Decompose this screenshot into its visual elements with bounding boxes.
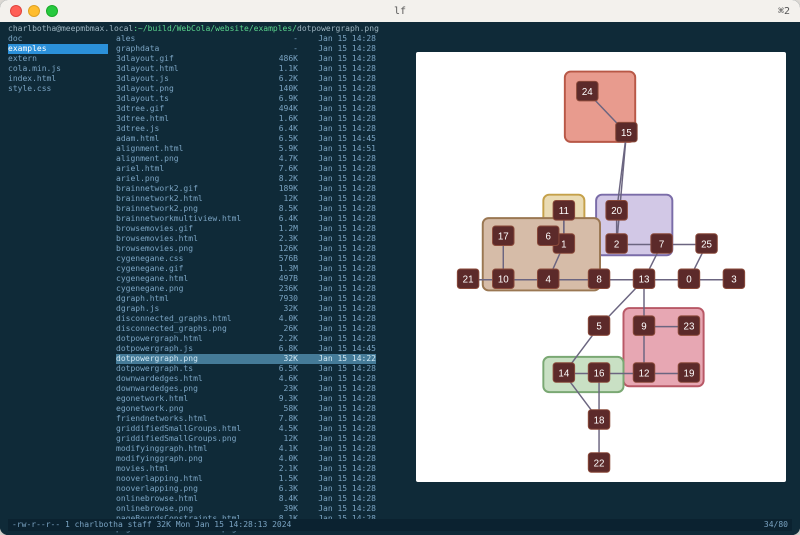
file-list-column[interactable]: ales-Jan 15 14:28graphdata-Jan 15 14:283…	[116, 34, 376, 534]
file-row[interactable]: cygenegane.html497BJan 15 14:28	[116, 274, 376, 284]
file-row[interactable]: dotpowergraph.ts6.5KJan 15 14:28	[116, 364, 376, 374]
svg-text:9: 9	[641, 322, 646, 333]
cwd: :~/build/WebCola/website/examples/	[133, 24, 297, 33]
svg-text:5: 5	[596, 322, 602, 333]
preview-pane: 2415112012725176211048130359231416121918…	[416, 52, 786, 482]
svg-text:6: 6	[546, 232, 551, 243]
svg-text:22: 22	[594, 458, 605, 469]
graph-preview: 2415112012725176211048130359231416121918…	[416, 52, 786, 482]
svg-text:4: 4	[546, 275, 552, 286]
svg-text:2: 2	[614, 239, 619, 250]
file-row[interactable]: ariel.html7.6KJan 15 14:28	[116, 164, 376, 174]
file-row[interactable]: downwardedges.png23KJan 15 14:28	[116, 384, 376, 394]
file-row[interactable]: 3dtree.js6.4KJan 15 14:28	[116, 124, 376, 134]
svg-text:10: 10	[498, 275, 509, 286]
svg-text:14: 14	[558, 368, 569, 379]
file-row[interactable]: modifyinggraph.html4.1KJan 15 14:28	[116, 444, 376, 454]
file-row[interactable]: cygenegane.png236KJan 15 14:28	[116, 284, 376, 294]
svg-text:24: 24	[582, 87, 593, 98]
svg-text:13: 13	[639, 275, 650, 286]
file-row[interactable]: dotpowergraph.html2.2KJan 15 14:28	[116, 334, 376, 344]
file-row[interactable]: brainnetwork2.html12KJan 15 14:28	[116, 194, 376, 204]
terminal-window: lf ⌘2 charlbotha@meepmbmax.local:~/build…	[0, 0, 800, 535]
file-row[interactable]: graphdata-Jan 15 14:28	[116, 44, 376, 54]
parent-item[interactable]: style.css	[8, 84, 108, 94]
svg-text:3: 3	[731, 275, 736, 286]
svg-text:23: 23	[684, 322, 695, 333]
titlebar: lf ⌘2	[0, 0, 800, 22]
file-row[interactable]: egonetwork.html9.3KJan 15 14:28	[116, 394, 376, 404]
svg-text:25: 25	[701, 239, 712, 250]
svg-text:18: 18	[594, 415, 605, 426]
path-line: charlbotha@meepmbmax.local:~/build/WebCo…	[0, 22, 800, 34]
file-row[interactable]: 3dlayout.ts6.9KJan 15 14:28	[116, 94, 376, 104]
file-row[interactable]: brainnetwork2.png8.5KJan 15 14:28	[116, 204, 376, 214]
file-row[interactable]: browsemovies.png126KJan 15 14:28	[116, 244, 376, 254]
file-row[interactable]: 3dlayout.gif486KJan 15 14:28	[116, 54, 376, 64]
file-row[interactable]: nooverlapping.png6.3KJan 15 14:28	[116, 484, 376, 494]
svg-text:20: 20	[611, 206, 622, 217]
parent-item[interactable]: index.html	[8, 74, 108, 84]
file-row[interactable]: adam.html6.5KJan 15 14:45	[116, 134, 376, 144]
file-row[interactable]: browsemovies.html2.3KJan 15 14:28	[116, 234, 376, 244]
file-row[interactable]: 3dlayout.html1.1KJan 15 14:28	[116, 64, 376, 74]
file-row[interactable]: dotpowergraph.js6.8KJan 15 14:45	[116, 344, 376, 354]
file-row[interactable]: nooverlapping.html1.5KJan 15 14:28	[116, 474, 376, 484]
svg-text:1: 1	[561, 239, 566, 250]
svg-text:16: 16	[594, 368, 605, 379]
file-row[interactable]: 3dtree.gif494KJan 15 14:28	[116, 104, 376, 114]
file-row[interactable]: 3dlayout.png140KJan 15 14:28	[116, 84, 376, 94]
parent-item[interactable]: cola.min.js	[8, 64, 108, 74]
status-right: 34/80	[764, 520, 788, 530]
file-row[interactable]: alignment.html5.9KJan 15 14:51	[116, 144, 376, 154]
terminal-body: charlbotha@meepmbmax.local:~/build/WebCo…	[0, 22, 800, 535]
svg-text:12: 12	[639, 368, 650, 379]
host: charlbotha@meepmbmax.local	[8, 24, 133, 33]
current-file: dotpowergraph.png	[297, 24, 379, 33]
svg-text:21: 21	[463, 275, 474, 286]
file-row[interactable]: egonetwork.png58KJan 15 14:28	[116, 404, 376, 414]
file-row[interactable]: friendnetworks.html7.8KJan 15 14:28	[116, 414, 376, 424]
file-row[interactable]: brainnetworkmultiview.html6.4KJan 15 14:…	[116, 214, 376, 224]
file-row[interactable]: cygenegane.gif1.3MJan 15 14:28	[116, 264, 376, 274]
parent-item[interactable]: doc	[8, 34, 108, 44]
svg-text:15: 15	[621, 128, 632, 139]
file-row[interactable]: dgraph.js32KJan 15 14:28	[116, 304, 376, 314]
svg-text:17: 17	[498, 232, 509, 243]
file-row[interactable]: dgraph.html7930Jan 15 14:28	[116, 294, 376, 304]
file-row[interactable]: brainnetwork2.gif189KJan 15 14:28	[116, 184, 376, 194]
svg-text:7: 7	[659, 239, 664, 250]
parent-dir-column[interactable]: docexamplesexterncola.min.jsindex.htmlst…	[8, 34, 108, 534]
shortcut-label: ⌘2	[778, 6, 790, 17]
window-title: lf	[0, 6, 800, 17]
parent-item[interactable]: examples	[8, 44, 108, 54]
file-row[interactable]: modifyinggraph.png4.0KJan 15 14:28	[116, 454, 376, 464]
file-row[interactable]: movies.html2.1KJan 15 14:28	[116, 464, 376, 474]
file-row[interactable]: griddifiedSmallGroups.png12KJan 15 14:28	[116, 434, 376, 444]
file-row[interactable]: browsemovies.gif1.2MJan 15 14:28	[116, 224, 376, 234]
file-row[interactable]: disconnected_graphs.png26KJan 15 14:28	[116, 324, 376, 334]
file-row[interactable]: cygenegane.css576BJan 15 14:28	[116, 254, 376, 264]
file-row[interactable]: onlinebrowse.png39KJan 15 14:28	[116, 504, 376, 514]
svg-text:11: 11	[559, 206, 569, 217]
file-row[interactable]: alignment.png4.7KJan 15 14:28	[116, 154, 376, 164]
svg-text:19: 19	[684, 368, 695, 379]
file-row[interactable]: griddifiedSmallGroups.html4.5KJan 15 14:…	[116, 424, 376, 434]
file-row[interactable]: disconnected_graphs.html4.0KJan 15 14:28	[116, 314, 376, 324]
file-row[interactable]: downwardedges.html4.6KJan 15 14:28	[116, 374, 376, 384]
file-row[interactable]: ariel.png8.2KJan 15 14:28	[116, 174, 376, 184]
file-row[interactable]: 3dlayout.js6.2KJan 15 14:28	[116, 74, 376, 84]
file-row[interactable]: dotpowergraph.png32KJan 15 14:22	[116, 354, 376, 364]
svg-text:8: 8	[596, 275, 601, 286]
file-row[interactable]: onlinebrowse.html8.4KJan 15 14:28	[116, 494, 376, 504]
file-row[interactable]: ales-Jan 15 14:28	[116, 34, 376, 44]
status-bar: -rw-r--r-- 1 charlbotha staff 32K Mon Ja…	[8, 519, 792, 531]
file-row[interactable]: 3dtree.html1.6KJan 15 14:28	[116, 114, 376, 124]
parent-item[interactable]: extern	[8, 54, 108, 64]
status-left: -rw-r--r-- 1 charlbotha staff 32K Mon Ja…	[12, 520, 291, 530]
svg-text:0: 0	[686, 275, 692, 286]
